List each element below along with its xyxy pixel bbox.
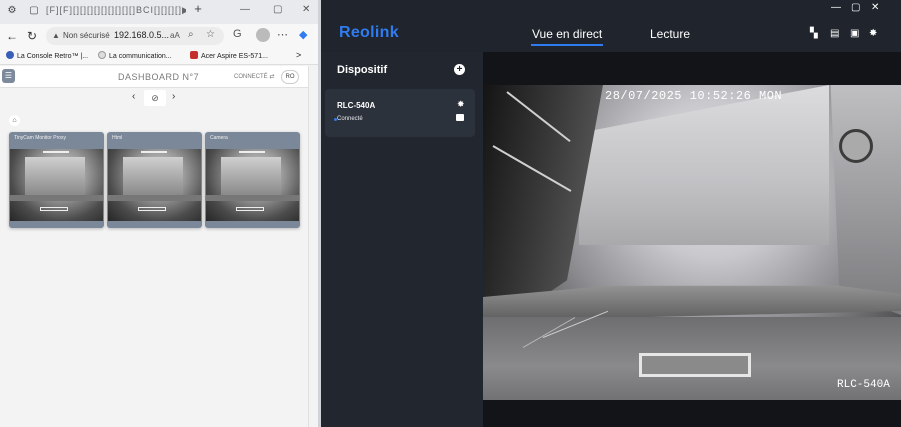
copilot-icon[interactable]: ◆: [299, 28, 307, 41]
link-icon: ⇄: [269, 74, 275, 80]
address-bar[interactable]: ▲ Non sécurisé 192.168.0.5... aA ⌕ ☆: [46, 27, 224, 45]
back-icon[interactable]: ←: [6, 29, 18, 43]
user-avatar[interactable]: RO: [281, 70, 299, 84]
bookmark-item[interactable]: La Console Retro™ |...: [6, 51, 88, 60]
camera-card-title: TinyCam Monitor Proxy: [14, 135, 67, 141]
screens-icon[interactable]: ▚: [810, 28, 818, 39]
reolink-logo: Reolink: [339, 24, 399, 41]
prev-page-icon[interactable]: ‹: [132, 91, 135, 102]
dashboard-title: DASHBOARD N°7: [118, 72, 200, 82]
bookmark-favicon-icon: [190, 51, 198, 59]
live-video-feed[interactable]: 28/07/2025 10:52:26 MON RLC-540A: [483, 85, 901, 400]
browser-tab-title[interactable]: [F][F][][][][][][][][][]BCI[][][][]▶[][]…: [46, 5, 186, 16]
reload-icon[interactable]: ↻: [27, 29, 37, 43]
recording-icon[interactable]: [456, 114, 464, 121]
reolink-header: — ▢ ✕ Reolink Vue en direct Lecture ▚ ▤ …: [321, 0, 901, 52]
star-icon[interactable]: ☆: [206, 29, 215, 40]
camera-thumbnail[interactable]: [108, 149, 201, 221]
sidebar-title: Dispositif: [337, 64, 388, 76]
minimize-icon[interactable]: —: [240, 4, 250, 15]
workspaces-icon[interactable]: ⚙: [6, 5, 18, 17]
add-device-icon[interactable]: +: [454, 64, 465, 75]
device-sidebar: Dispositif + RLC-540A ✸ Connecté: [321, 52, 483, 427]
search-icon[interactable]: ⌕: [188, 29, 194, 40]
bookmarks-overflow-button[interactable]: >: [296, 50, 301, 60]
device-status: Connecté: [337, 116, 363, 122]
camera-thumbnail[interactable]: [10, 149, 103, 221]
camera-card-title: Html: [112, 135, 123, 141]
message-icon[interactable]: ▤: [830, 28, 839, 39]
video-area: 28/07/2025 10:52:26 MON RLC-540A: [483, 52, 901, 427]
device-settings-icon[interactable]: ✸: [457, 99, 465, 110]
camera-card-title: Camera: [210, 135, 228, 141]
dashboard-header: ☰ DASHBOARD N°7 CONNECTÉ ⇄ RO: [0, 66, 308, 88]
maximize-icon[interactable]: ▢: [851, 2, 860, 13]
active-tab-indicator: [531, 44, 603, 46]
bookmark-favicon-icon: [6, 51, 14, 59]
device-name: RLC-540A: [337, 101, 376, 110]
page-scrollbar[interactable]: [308, 66, 318, 427]
camera-card[interactable]: TinyCam Monitor Proxy: [9, 132, 104, 228]
warning-icon[interactable]: ▲: [52, 31, 60, 40]
no-camera-icon[interactable]: ⊘: [144, 90, 166, 106]
camera-card[interactable]: Camera: [205, 132, 300, 228]
device-item[interactable]: RLC-540A ✸ Connecté: [325, 89, 475, 137]
connection-status: CONNECTÉ ⇄: [234, 74, 275, 80]
more-menu-icon[interactable]: ⋯: [277, 28, 288, 41]
url-text[interactable]: 192.168.0.5...: [114, 30, 169, 40]
home-icon[interactable]: ⌂: [9, 115, 20, 126]
camera-card[interactable]: Html: [107, 132, 202, 228]
lock-icon[interactable]: ▣: [850, 28, 859, 39]
security-label[interactable]: Non sécurisé: [63, 31, 110, 40]
video-camera-name: RLC-540A: [837, 379, 890, 391]
browser-toolbar: ← ↻ ▲ Non sécurisé 192.168.0.5... aA ⌕ ☆…: [0, 24, 318, 48]
tab-playback[interactable]: Lecture: [650, 27, 690, 41]
reolink-window: — ▢ ✕ Reolink Vue en direct Lecture ▚ ▤ …: [321, 0, 901, 427]
bookmarks-bar: La Console Retro™ |... La communication.…: [0, 48, 318, 65]
close-icon[interactable]: ✕: [302, 4, 310, 15]
browser-tab-bar: ⚙ ▢ [F][F][][][][][][][][][]BCI[][][][]▶…: [0, 0, 318, 24]
extension-icon[interactable]: G: [233, 28, 242, 40]
profile-avatar[interactable]: [256, 28, 270, 42]
bookmark-favicon-icon: [98, 51, 106, 59]
bookmark-item[interactable]: Acer Aspire ES-571...: [190, 51, 268, 60]
dashboard-pager: ‹ ⊘ ›: [130, 90, 180, 106]
close-icon[interactable]: ✕: [871, 2, 879, 13]
tab-actions-icon[interactable]: ▢: [28, 5, 40, 17]
browser-window: ⚙ ▢ [F][F][][][][][][][][][]BCI[][][][]▶…: [0, 0, 318, 427]
menu-icon[interactable]: ☰: [2, 69, 15, 83]
next-page-icon[interactable]: ›: [172, 91, 175, 102]
minimize-icon[interactable]: —: [831, 2, 841, 13]
fan: [839, 129, 873, 163]
video-timestamp: 28/07/2025 10:52:26 MON: [605, 89, 783, 103]
camera-thumbnail[interactable]: [206, 149, 299, 221]
new-tab-button[interactable]: +: [192, 2, 204, 15]
tab-live-view[interactable]: Vue en direct: [532, 27, 602, 41]
light-fixture: [639, 353, 751, 377]
bookmark-item[interactable]: La communication...: [98, 51, 172, 60]
reader-mode-icon[interactable]: aA: [170, 31, 180, 40]
settings-icon[interactable]: ✸: [869, 28, 877, 39]
maximize-icon[interactable]: ▢: [273, 4, 282, 15]
